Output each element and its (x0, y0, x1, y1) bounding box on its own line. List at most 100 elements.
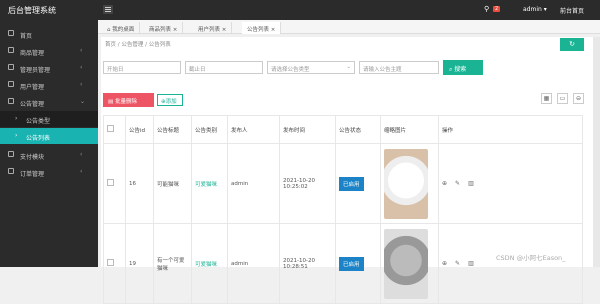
sidebar-item-home[interactable]: 首页 (0, 26, 98, 43)
cell-thumbnail (380, 143, 439, 224)
tab-label: 公告列表 (247, 27, 270, 33)
sidebar-item-goods[interactable]: 商品管理 ‹ (0, 43, 98, 60)
user-menu[interactable]: admin ▾ (523, 6, 547, 13)
tab-label: 商品列表 (149, 27, 172, 33)
cell-id: 16 (125, 143, 154, 224)
trash-icon: ▤ (108, 99, 115, 105)
search-button[interactable]: ⌕ 搜索 (443, 60, 483, 75)
sidebar-subitem-notice-type[interactable]: › 公告类型 (0, 111, 98, 127)
delete-icon[interactable]: ▥ (468, 260, 474, 267)
row-checkbox[interactable] (107, 259, 114, 266)
chevron-left-icon: ‹ (80, 168, 83, 175)
admin-icon (8, 64, 14, 70)
status-button[interactable]: 已启用 (339, 176, 364, 191)
print-icon[interactable]: ▭ (557, 93, 568, 104)
cell-id: 19 (125, 223, 154, 304)
cell-actions: ⊕ ✎ ▥ (438, 223, 583, 304)
delete-icon[interactable]: ▥ (468, 180, 474, 187)
sidebar-subitem-label: 公告类型 (26, 118, 51, 125)
scrollbar[interactable] (593, 37, 600, 267)
cell-title: 有一个可爱猫咪 (153, 223, 192, 304)
sidebar-item-label: 用户管理 (20, 84, 45, 91)
column-header: 缩略图片 (380, 115, 439, 144)
cell-actions: ⊕ ✎ ▥ (438, 143, 583, 224)
app-title: 后台管理系统 (8, 6, 56, 15)
tab-notice-list[interactable]: 公告列表 × (242, 22, 282, 34)
box-icon (8, 47, 14, 53)
sidebar-item-notice[interactable]: 公告管理 ⌄ (0, 94, 98, 111)
home-link[interactable]: 前台首页 (560, 6, 584, 15)
user-icon (8, 81, 14, 87)
column-header: 发布人 (227, 115, 280, 144)
view-icon[interactable]: ⊕ (442, 180, 447, 187)
menu-toggle-icon[interactable] (103, 5, 113, 14)
sidebar-item-orders[interactable]: 订单管理 ‹ (0, 164, 98, 181)
export-icon[interactable]: ⊖ (573, 93, 584, 104)
tab-users[interactable]: 用户列表 × (193, 22, 233, 34)
sidebar-subitem-notice-list[interactable]: › 公告列表 (0, 128, 98, 144)
close-icon[interactable]: × (271, 27, 276, 33)
grid-icon[interactable]: ▦ (541, 93, 552, 104)
notification-badge: 2 (493, 6, 501, 12)
status-button[interactable]: 已启用 (339, 256, 364, 271)
add-label: 添加 (165, 99, 177, 105)
sidebar-item-label: 管理员管理 (20, 67, 51, 74)
breadcrumb: 首页 / 公告管理 / 公告列表 (105, 42, 171, 48)
select-all-checkbox[interactable] (107, 125, 114, 132)
user-name: admin (523, 6, 542, 13)
add-button[interactable]: ⊕添加 (157, 94, 183, 106)
bell-icon[interactable]: ⚲ (484, 5, 489, 13)
table-row: 16 可能猫咪 可爱猫咪 admin 2021-10-20 10:25:02 已… (103, 143, 583, 224)
batch-delete-button[interactable]: ▤ 批量删除 (103, 93, 154, 107)
tab-bar: ⌂ 我的桌面 商品列表 × 用户列表 × 公告列表 × (98, 20, 600, 34)
edit-icon[interactable]: ✎ (455, 180, 460, 187)
column-header: 操作 (438, 115, 583, 144)
watermark: CSDN @小阿七Eason_ (496, 254, 566, 262)
column-header: 公告标题 (153, 115, 192, 144)
pay-icon (8, 151, 14, 157)
type-select[interactable]: 请选择公告类型 ⌄ (267, 61, 355, 74)
main-content: 首页 / 公告管理 / 公告列表 ↻ 开始日 截止日 请选择公告类型 ⌄ 请输入公… (101, 37, 593, 304)
chevron-down-icon: ⌄ (346, 64, 351, 70)
search-label: 搜索 (454, 66, 467, 73)
chevron-right-icon: › (15, 132, 18, 139)
end-date-input[interactable]: 截止日 (185, 61, 263, 74)
tab-goods[interactable]: 商品列表 × (144, 22, 184, 34)
start-date-input[interactable]: 开始日 (103, 61, 181, 74)
close-icon[interactable]: × (173, 27, 178, 33)
sidebar-item-label: 首页 (20, 33, 33, 40)
top-bar: 后台管理系统 ⚲ 2 admin ▾ 前台首页 (0, 0, 600, 20)
batch-delete-label: 批量删除 (114, 99, 137, 105)
cell-time: 2021-10-20 10:28:51 (279, 223, 336, 304)
sidebar-item-users[interactable]: 用户管理 ‹ (0, 77, 98, 94)
view-icon[interactable]: ⊕ (442, 260, 447, 267)
row-checkbox[interactable] (107, 179, 114, 186)
column-header: 公告状态 (335, 115, 381, 144)
cell-status: 已启用 (335, 143, 381, 224)
sidebar-subitem-label: 公告列表 (26, 135, 51, 142)
topic-input[interactable]: 请输入公告主题 (359, 61, 439, 74)
sidebar-item-admin[interactable]: 管理员管理 ‹ (0, 60, 98, 77)
edit-icon[interactable]: ✎ (455, 260, 460, 267)
end-date-placeholder: 截止日 (189, 67, 206, 73)
start-date-placeholder: 开始日 (107, 67, 124, 73)
tab-desktop[interactable]: ⌂ 我的桌面 (102, 22, 141, 34)
order-icon (8, 168, 14, 174)
column-header: 公告id (125, 115, 154, 144)
close-icon[interactable]: × (222, 27, 227, 33)
sidebar-item-label: 订单管理 (20, 171, 45, 178)
sidebar-item-label: 支付模块 (20, 154, 45, 161)
cell-title: 可能猫咪 (153, 143, 192, 224)
column-header: 发布时间 (279, 115, 336, 144)
table-row: 19 有一个可爱猫咪 可爱猫咪 admin 2021-10-20 10:28:5… (103, 223, 583, 304)
sidebar-item-pay[interactable]: 支付模块 ‹ (0, 147, 98, 164)
tab-label: 用户列表 (198, 27, 221, 33)
refresh-icon: ↻ (569, 40, 575, 48)
chevron-right-icon: › (15, 115, 18, 122)
tab-label: 我的桌面 (112, 27, 135, 33)
chevron-left-icon: ‹ (80, 47, 83, 54)
topic-placeholder: 请输入公告主题 (363, 67, 402, 73)
row-checkbox-cell (103, 223, 126, 304)
refresh-button[interactable]: ↻ (560, 38, 584, 51)
home-icon (8, 30, 14, 36)
